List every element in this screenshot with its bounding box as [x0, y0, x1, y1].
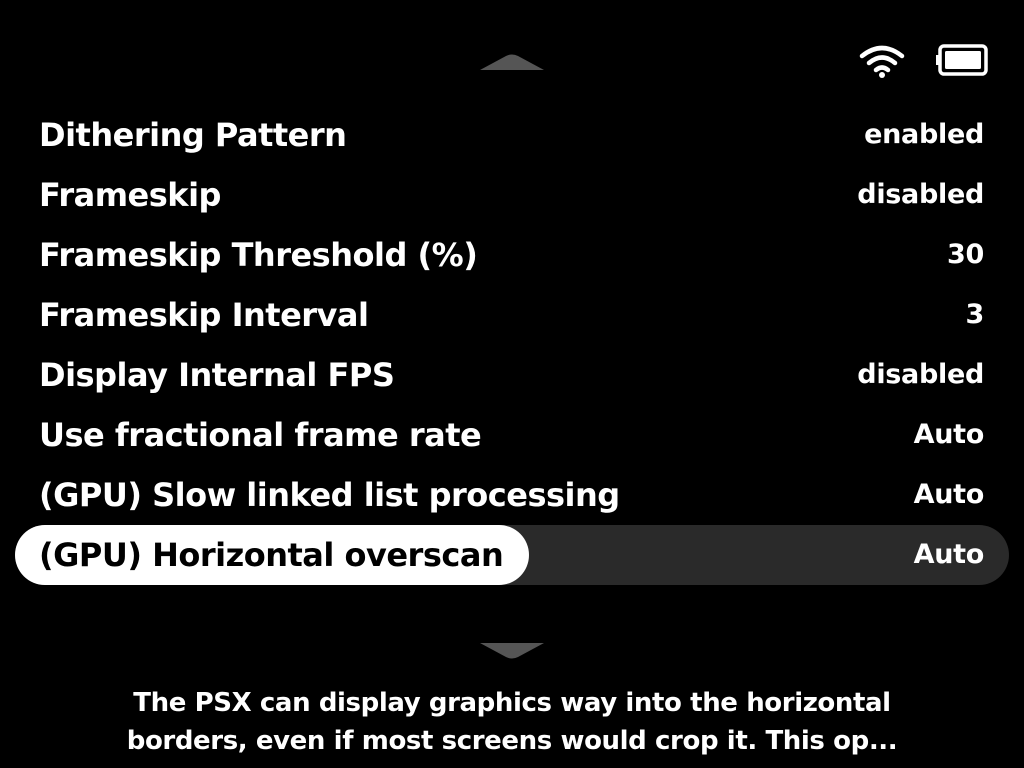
menu-item-fractional-frame-rate[interactable]: Use fractional frame rate Auto — [0, 405, 1024, 465]
menu-item-label: Frameskip — [39, 176, 221, 214]
menu-item-label: Dithering Pattern — [39, 116, 347, 154]
menu-item-label: Use fractional frame rate — [39, 416, 482, 454]
menu-item-dithering-pattern[interactable]: Dithering Pattern enabled — [0, 105, 1024, 165]
description-line: borders, even if most screens would crop… — [126, 726, 898, 756]
menu-item-label: (GPU) Slow linked list processing — [39, 476, 620, 514]
settings-menu: Dithering Pattern enabled Frameskip disa… — [0, 105, 1024, 585]
menu-item-frameskip-threshold[interactable]: Frameskip Threshold (%) 30 — [0, 225, 1024, 285]
description-line: The PSX can display graphics way into th… — [133, 688, 891, 718]
menu-item-gpu-slow-linked-list[interactable]: (GPU) Slow linked list processing Auto — [0, 465, 1024, 525]
menu-item-value: enabled — [864, 119, 984, 150]
menu-item-label-selected: (GPU) Horizontal overscan — [15, 525, 530, 585]
menu-item-value: Auto — [913, 419, 985, 450]
menu-item-label: Display Internal FPS — [39, 356, 395, 394]
menu-item-value: disabled — [857, 179, 984, 210]
menu-item-value: disabled — [857, 359, 984, 390]
menu-item-value: Auto — [913, 479, 985, 510]
menu-item-value: 30 — [947, 239, 984, 270]
menu-item-frameskip-interval[interactable]: Frameskip Interval 3 — [0, 285, 1024, 345]
menu-item-value: 3 — [965, 299, 985, 330]
wifi-icon — [859, 45, 905, 78]
menu-item-gpu-horizontal-overscan[interactable]: (GPU) Horizontal overscan Auto — [0, 525, 1024, 585]
menu-item-value: Auto — [913, 539, 985, 570]
menu-item-display-internal-fps[interactable]: Display Internal FPS disabled — [0, 345, 1024, 405]
scroll-up-indicator-icon[interactable] — [476, 52, 548, 72]
option-description: The PSX can display graphics way into th… — [112, 684, 912, 760]
battery-icon — [936, 44, 988, 76]
menu-item-label: Frameskip Threshold (%) — [39, 236, 478, 274]
scroll-down-indicator-icon[interactable] — [476, 641, 548, 661]
menu-item-label: Frameskip Interval — [39, 296, 369, 334]
menu-item-frameskip[interactable]: Frameskip disabled — [0, 165, 1024, 225]
